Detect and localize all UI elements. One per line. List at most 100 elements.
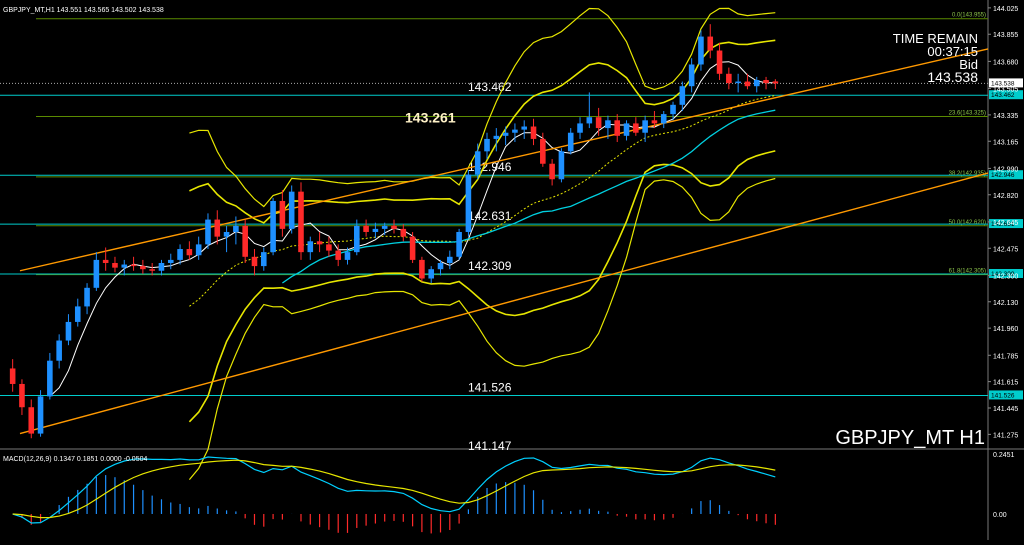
candle-body bbox=[37, 396, 44, 434]
candle-body bbox=[326, 244, 332, 251]
y-tick-label: 142.990 bbox=[993, 166, 1018, 173]
candle-body bbox=[474, 151, 481, 175]
candle-body bbox=[753, 79, 760, 87]
candle-body bbox=[428, 269, 434, 279]
candle-body bbox=[102, 259, 109, 263]
level-label: 143.261 bbox=[405, 109, 456, 125]
candle-body bbox=[186, 249, 193, 256]
candle-body bbox=[260, 252, 267, 267]
y-tick-label: 142.130 bbox=[993, 300, 1018, 307]
candle-body bbox=[363, 225, 369, 232]
y-tick-label: 143.855 bbox=[993, 32, 1018, 39]
candle-body bbox=[335, 250, 341, 260]
candle-body bbox=[195, 244, 202, 256]
candle-body bbox=[9, 368, 16, 384]
candle-body bbox=[595, 117, 602, 129]
candle-body bbox=[679, 86, 686, 105]
candle-body bbox=[633, 123, 639, 133]
candle-body bbox=[121, 264, 128, 268]
y-tick-label: 141.785 bbox=[993, 353, 1018, 360]
candle-body bbox=[400, 228, 407, 237]
candle-body bbox=[47, 360, 53, 397]
macd-header: MACD(12,26,9) 0.1347 0.1851 0.0000 -0.05… bbox=[3, 456, 147, 463]
candle-body bbox=[130, 264, 137, 267]
candle-body bbox=[233, 225, 239, 232]
candle-body bbox=[688, 64, 695, 87]
y-tick-label: 143.680 bbox=[993, 59, 1018, 66]
y-tick-label: 142.475 bbox=[993, 246, 1018, 253]
candle-body bbox=[177, 249, 183, 260]
candle-body bbox=[112, 262, 118, 268]
candle-body bbox=[512, 129, 518, 133]
candle-body bbox=[19, 383, 25, 408]
candle-body bbox=[707, 36, 714, 51]
level-label: 141.526 bbox=[468, 380, 512, 394]
candle-body bbox=[205, 219, 211, 245]
y-tick-label: 142.820 bbox=[993, 193, 1018, 200]
candle-body bbox=[772, 81, 779, 84]
fib-label: 23.6(143.325) bbox=[949, 110, 986, 116]
y-tick-label: 141.960 bbox=[993, 326, 1018, 333]
candle-body bbox=[502, 132, 509, 136]
chart-root: 0.0(143.955) 23.6(143.325) 38.2(142.935) 50… bbox=[0, 0, 1024, 540]
candle-body bbox=[465, 174, 472, 232]
candle-body bbox=[28, 407, 35, 434]
level-label: 142.309 bbox=[468, 259, 512, 273]
macd-tick-label: 0.00 bbox=[993, 512, 1007, 519]
candle-body bbox=[65, 321, 72, 341]
candle-body bbox=[558, 151, 565, 180]
candle-body bbox=[484, 138, 490, 152]
candle-body bbox=[586, 117, 593, 124]
fib-label: 0.0(143.955) bbox=[952, 13, 986, 19]
candle-body bbox=[419, 259, 425, 279]
candle-body bbox=[270, 200, 276, 253]
candle-body bbox=[251, 256, 258, 267]
candle-body bbox=[372, 228, 379, 232]
y-tick-label: 141.615 bbox=[993, 380, 1018, 387]
candle-body bbox=[307, 241, 314, 253]
candle-body bbox=[447, 256, 453, 263]
candle-body bbox=[726, 73, 732, 84]
candle-body bbox=[735, 81, 741, 84]
candle-body bbox=[391, 225, 397, 229]
symbol-timeframe-label: GBPJPY_MT H1 bbox=[835, 427, 985, 449]
candle-body bbox=[614, 120, 621, 136]
candle-body bbox=[577, 123, 583, 133]
candle-body bbox=[298, 191, 304, 253]
y-tick-label: 141.275 bbox=[993, 432, 1018, 439]
candle-body bbox=[549, 163, 555, 180]
level-label: 142.631 bbox=[468, 209, 512, 223]
price-chart[interactable]: 0.0(143.955) 23.6(143.325) 38.2(142.935) 50… bbox=[0, 0, 1024, 540]
y-tick-label: 144.025 bbox=[993, 6, 1018, 13]
candle-body bbox=[521, 126, 528, 130]
candle-body bbox=[56, 340, 62, 361]
candle-body bbox=[140, 266, 146, 270]
candle-body bbox=[605, 120, 611, 129]
candle-body bbox=[409, 236, 416, 260]
candle-body bbox=[660, 114, 667, 124]
ohlc-header: GBPJPY_MT,H1 143.551 143.565 143.502 143… bbox=[3, 7, 164, 14]
candle-body bbox=[623, 123, 630, 136]
macd-tick-label: 0.2451 bbox=[993, 452, 1015, 459]
candle-body bbox=[242, 225, 248, 257]
candle-body bbox=[670, 104, 676, 115]
candle-body bbox=[214, 219, 221, 237]
candle-body bbox=[651, 120, 658, 124]
candle-body bbox=[567, 132, 574, 152]
y-tick-label: 143.165 bbox=[993, 139, 1018, 146]
candle-body bbox=[530, 126, 537, 139]
candle-body bbox=[279, 200, 286, 229]
candle-body bbox=[84, 287, 90, 307]
bid-value: 143.538 bbox=[927, 69, 978, 85]
candle-body bbox=[381, 225, 388, 229]
candle-body bbox=[93, 259, 100, 288]
candle-body bbox=[456, 231, 462, 257]
candle-body bbox=[354, 225, 360, 253]
candle-body bbox=[763, 79, 769, 84]
fib-label: 38.2(142.935) bbox=[949, 171, 986, 177]
level-label: 141.147 bbox=[468, 439, 512, 453]
y-tick-label: 142.645 bbox=[993, 220, 1018, 227]
candle-body bbox=[344, 252, 351, 260]
candle-body bbox=[437, 262, 444, 270]
candle-body bbox=[149, 269, 155, 271]
